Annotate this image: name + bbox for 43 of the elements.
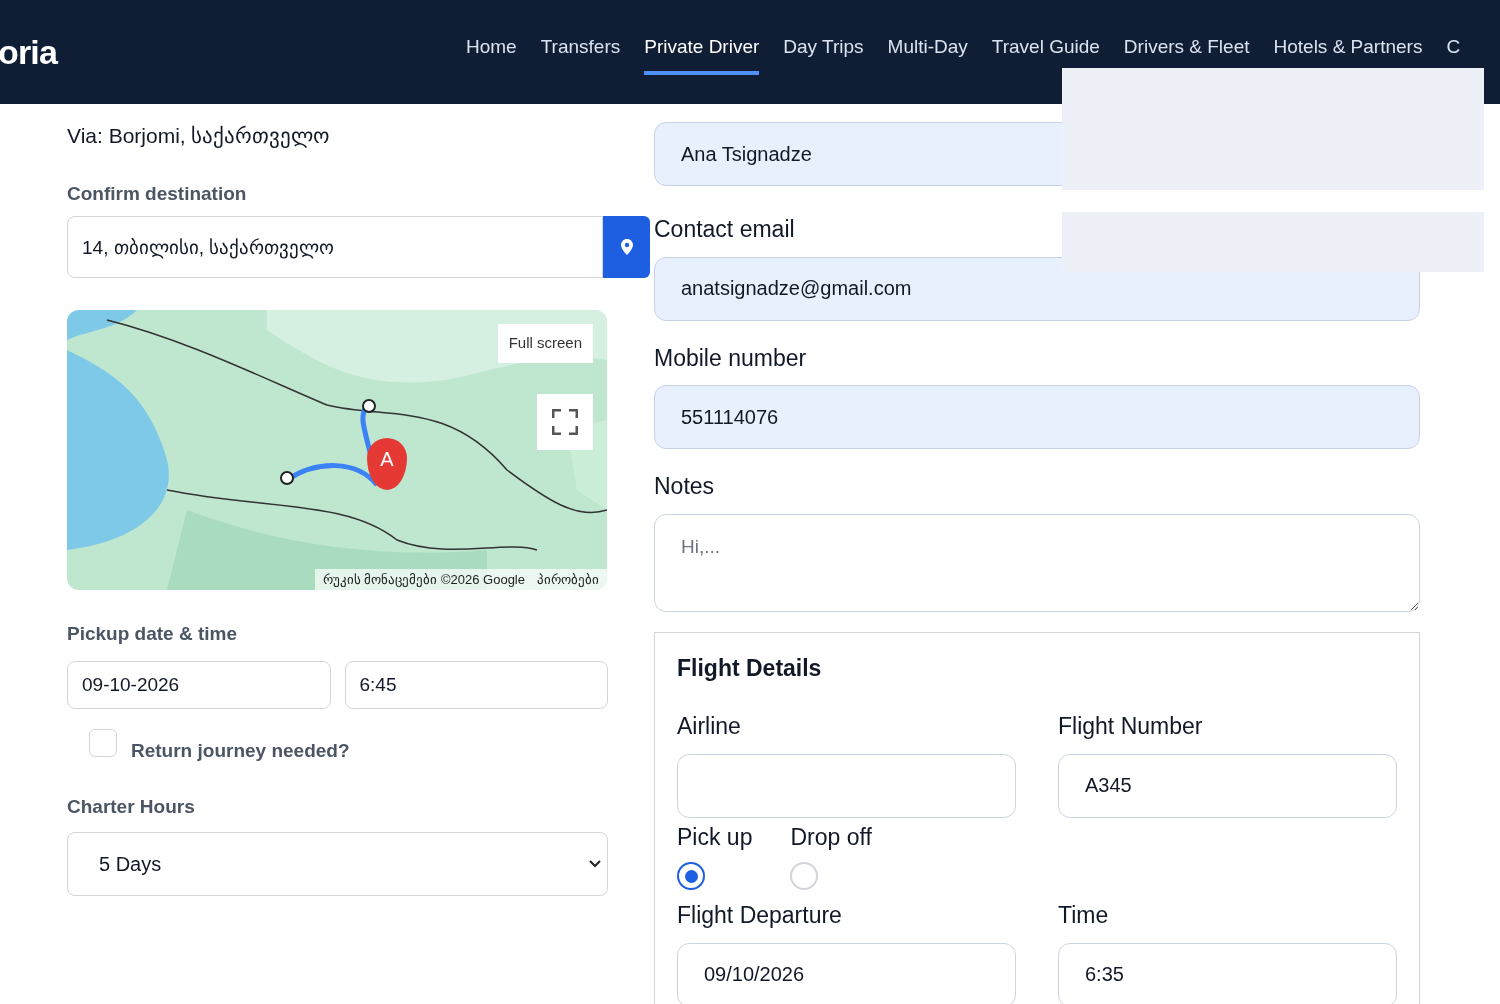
field-label: Flight Departure [677,901,843,930]
departure-date-field[interactable]: 09/10/2026 [677,942,1016,1004]
radio-button[interactable] [677,862,705,890]
airline-field[interactable] [677,753,1016,818]
chevron-down-icon [589,859,601,868]
map[interactable]: Full screen A რუკის მონაცემები ©2026 Google პირობები [67,310,607,590]
field-label: Pickup date & time [67,622,238,646]
date-field[interactable]: 09-10-2026 [67,660,331,709]
field-label: Flight Number [1058,712,1204,741]
nav-link[interactable]: Transfers [540,28,621,76]
nav-link[interactable]: Private Driver [644,28,760,76]
field-label: Confirm destination [67,181,248,206]
radio-label: Drop off [790,822,872,852]
card-title: Flight Details [677,653,823,683]
map-pin-icon [620,239,633,255]
terms-link[interactable]: პირობები [537,569,599,589]
field-label: Mobile number [654,343,808,373]
departure-time-field[interactable]: 6:35 [1058,942,1397,1004]
destination-field[interactable]: 14, თბილისი, საქართველო [67,216,603,278]
logo-text: oria [0,31,59,73]
field-label: Airline [677,712,742,741]
fullscreen-button[interactable]: Full screen [497,324,593,363]
checkbox-label: Return journey needed? [131,738,350,763]
charter-select[interactable]: 5 Days [67,831,608,896]
nav-link[interactable]: Multi-Day [887,28,968,76]
nav-link[interactable]: Home [466,28,517,76]
expand-icon [552,409,578,435]
notes-field[interactable]: Hi,... [654,513,1420,612]
flight-number-field[interactable]: A345 [1058,753,1397,818]
field-label: Notes [654,472,716,501]
time-field[interactable]: 6:45 [344,660,608,709]
via-text: Via: Borjomi, საქართველო [67,123,332,150]
checkbox[interactable] [89,728,117,757]
nav-link[interactable]: Travel Guide [991,28,1100,76]
field-label: Contact email [654,215,796,244]
map-attribution: რუკის მონაცემები ©2026 Google [322,570,525,589]
radio-label: Pick up [677,822,753,852]
field-label: Time [1058,901,1110,930]
nav-link[interactable]: Day Trips [783,28,864,76]
fullscreen-toggle[interactable] [537,394,593,450]
pin-button[interactable] [603,216,650,278]
field-label: Charter Hours [67,795,196,819]
mobile-field[interactable]: 551114076 [654,385,1420,449]
